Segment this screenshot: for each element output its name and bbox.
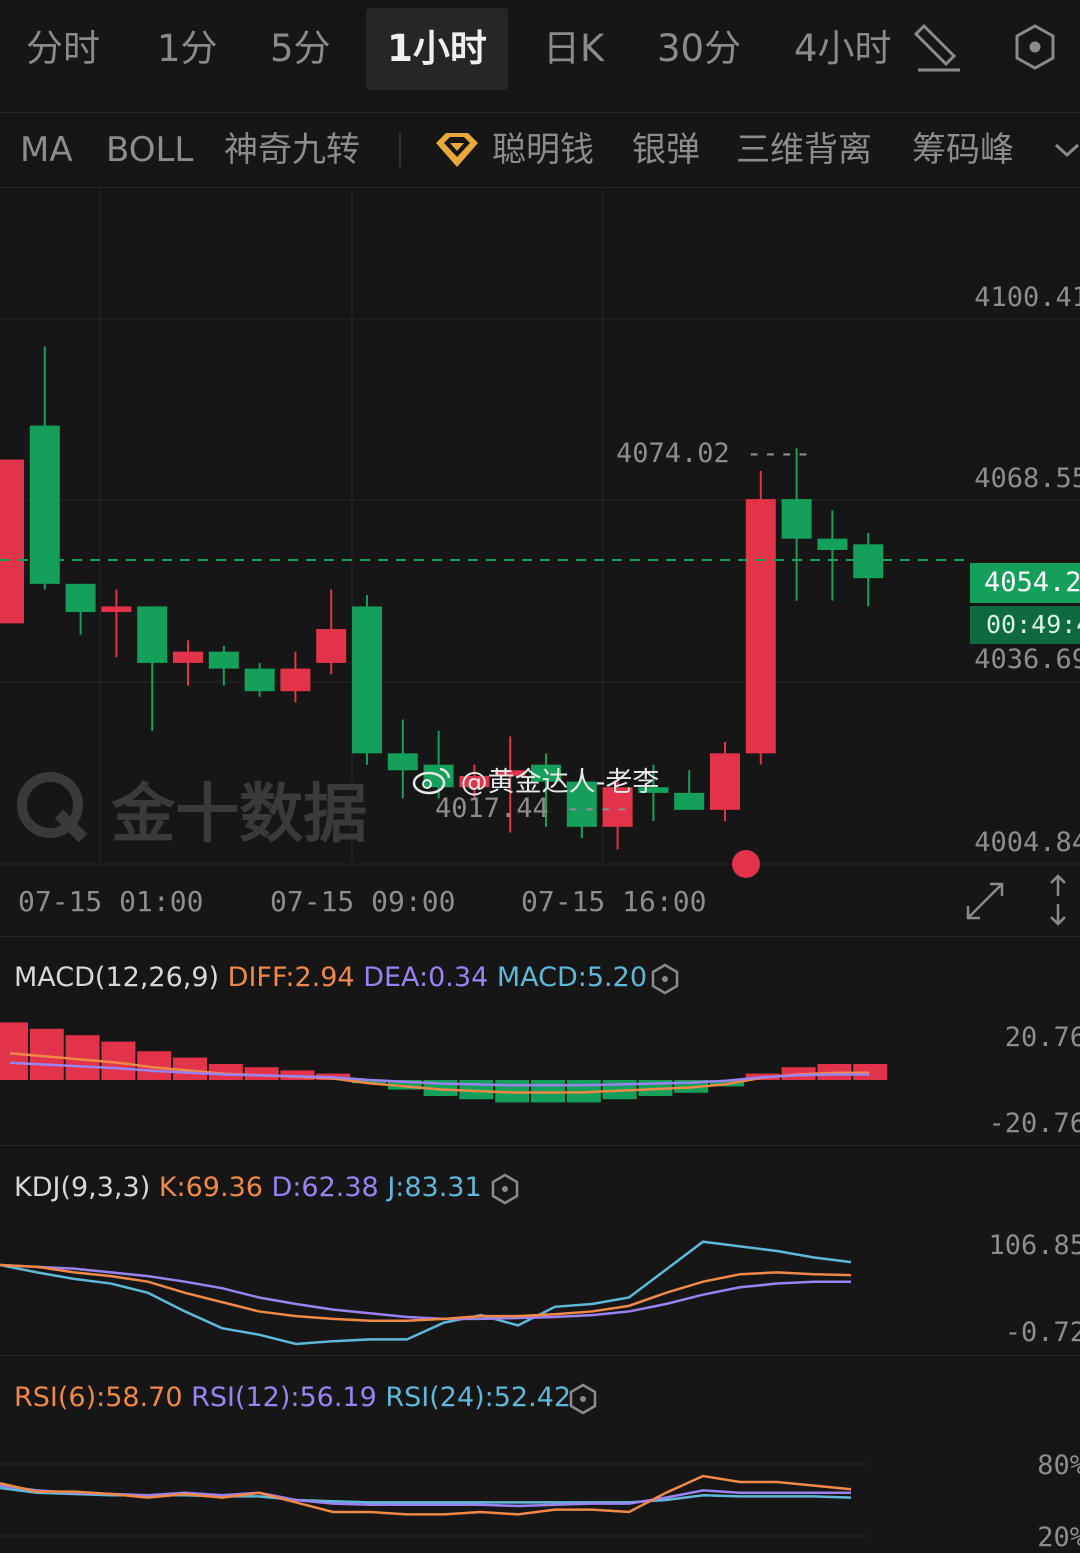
expand-icon[interactable]	[966, 882, 1004, 920]
time-tick-3: 07-15 16:00	[521, 885, 707, 918]
weibo-tag: @黄金达人-老李	[412, 760, 659, 799]
macd-diff: DIFF:2.94	[227, 962, 355, 993]
vertical-scale-icon[interactable]	[1050, 874, 1066, 926]
time-tick-2: 07-15 09:00	[270, 885, 456, 918]
candle-body-19	[674, 792, 705, 810]
candle-body-7	[244, 668, 275, 692]
separator-kdj	[0, 1355, 1080, 1356]
indicator-3d-divergence[interactable]: 三维背离	[736, 113, 872, 187]
toolbar-icons-svg	[913, 23, 1055, 72]
tab-daily[interactable]: 日K	[543, 8, 604, 90]
kdj-title: KDJ(9,3,3)	[14, 1172, 151, 1203]
kdj-axis-top: 106.85	[988, 1230, 1080, 1261]
candle-body-6	[208, 651, 239, 669]
rsi-settings-icon[interactable]	[566, 1382, 600, 1416]
rsi-12: RSI(12):56.19	[191, 1382, 377, 1413]
candle-body-24	[853, 544, 884, 579]
separator-macd	[0, 1145, 1080, 1146]
rsi-24: RSI(24):52.42	[385, 1382, 572, 1413]
macd-title: MACD(12,26,9)	[14, 962, 220, 993]
kdj-d-line	[0, 1263, 851, 1321]
weibo-tag-text: @黄金达人-老李	[460, 767, 660, 798]
timeframe-bar: 分时 1分 5分 1小时 日K 30分 4小时	[0, 0, 1080, 113]
tab-5min[interactable]: 5分	[270, 8, 331, 90]
tab-4hour[interactable]: 4小时	[794, 8, 892, 90]
high-marker: 4074.02 ----	[616, 438, 812, 469]
indicator-smart-money[interactable]: 聪明钱	[492, 113, 594, 187]
macd-settings-icon[interactable]	[648, 962, 682, 996]
rsi-axis-top: 80%	[1037, 1450, 1080, 1481]
rsi-6: RSI(6):58.70	[14, 1382, 183, 1413]
tab-fenshi[interactable]: 分时	[26, 8, 100, 90]
rsi-chart[interactable]	[0, 1420, 900, 1553]
price-tick-3: 4036.69	[974, 644, 1080, 675]
kdj-axis-bottom: -0.72	[1004, 1317, 1080, 1348]
macd-header: MACD(12,26,9) DIFF:2.94 DEA:0.34 MACD:5.…	[14, 962, 647, 993]
indicator-divider	[399, 133, 401, 167]
tab-1hour[interactable]: 1小时	[366, 8, 508, 90]
kdj-d: D:62.38	[271, 1172, 379, 1203]
kdj-j-line	[0, 1240, 852, 1346]
time-tick-1: 07-15 01:00	[18, 885, 204, 918]
current-price-label: 4054.22	[970, 563, 1080, 603]
candle-body-10	[352, 606, 382, 754]
candle-body-4	[137, 606, 168, 663]
candle-body-22	[781, 499, 812, 539]
settings-hexagon-icon[interactable]	[1015, 24, 1055, 70]
chevron-down-icon[interactable]	[1054, 139, 1080, 163]
kdj-header: KDJ(9,3,3) K:69.36 D:62.38 J:83.31	[14, 1172, 482, 1203]
watermark: 金十数据	[15, 762, 367, 855]
kdj-chart[interactable]	[0, 1210, 900, 1355]
indicator-boll[interactable]: BOLL	[106, 113, 193, 187]
macd-dea: DEA:0.34	[363, 962, 489, 993]
indicator-nine-turn[interactable]: 神奇九转	[224, 113, 360, 187]
candle-body-3	[101, 606, 132, 613]
candle-body-20	[710, 753, 740, 810]
indicator-silver-bullet[interactable]: 银弹	[632, 113, 700, 187]
kdj-settings-icon[interactable]	[488, 1172, 522, 1206]
macd-chart[interactable]	[0, 1000, 900, 1140]
tab-30min[interactable]: 30分	[657, 8, 741, 90]
rsi-header: RSI(6):58.70 RSI(12):56.19 RSI(24):52.42	[14, 1382, 571, 1413]
kdj-j: J:83.31	[387, 1172, 482, 1203]
tab-1min[interactable]: 1分	[157, 8, 218, 90]
macd-bar-0	[0, 1022, 28, 1080]
rsi-axis-bottom: 20%	[1037, 1522, 1080, 1553]
macd-value: MACD:5.20	[496, 962, 647, 993]
candle-countdown: 00:49:49	[970, 606, 1080, 644]
chart-controls	[966, 874, 1066, 926]
candle-body-9	[316, 629, 347, 663]
candle-body-5	[173, 651, 203, 663]
price-tick-1: 4100.41	[974, 282, 1080, 313]
draw-tool-icon[interactable]	[913, 23, 960, 72]
candle-body-21	[745, 499, 776, 754]
candle-body-2	[65, 583, 96, 613]
watermark-text: 金十数据	[111, 778, 368, 852]
price-tick-4: 4004.84	[974, 827, 1080, 858]
indicator-ma[interactable]: MA	[20, 113, 73, 187]
separator-main	[0, 936, 1080, 937]
indicator-bar: MA BOLL 神奇九转 聪明钱 银弹 三维背离 筹码峰	[0, 113, 1080, 188]
jin10-logo-icon	[17, 772, 88, 843]
candle-body-0	[0, 459, 24, 624]
high-marker-value: 4074.02	[616, 438, 730, 469]
diamond-icon	[436, 133, 478, 167]
event-dot	[732, 850, 760, 878]
price-tick-2: 4068.55	[974, 463, 1080, 494]
macd-axis-top: 20.76	[1004, 1022, 1080, 1053]
candle-body-8	[280, 668, 311, 692]
macd-axis-bottom: -20.76	[988, 1108, 1080, 1139]
candle-body-23	[817, 538, 848, 550]
kdj-k: K:69.36	[158, 1172, 263, 1203]
weibo-icon	[412, 767, 451, 795]
indicator-chip-peak[interactable]: 筹码峰	[912, 113, 1014, 187]
